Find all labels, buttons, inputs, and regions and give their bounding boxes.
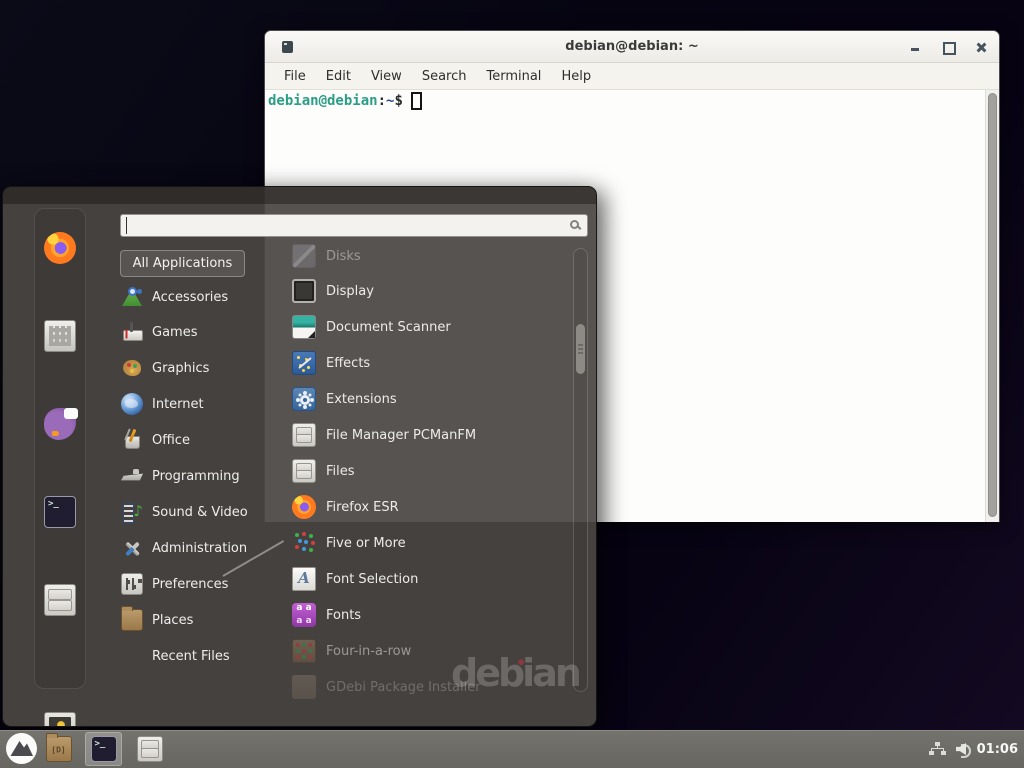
window-controls — [909, 31, 987, 63]
favorites-panel — [34, 208, 86, 689]
sound-video-icon — [121, 501, 143, 523]
search-box — [120, 214, 588, 237]
places-icon — [121, 609, 143, 631]
app-gdebi-package-installer[interactable]: GDebi Package Installer — [292, 674, 572, 700]
app-document-scanner[interactable]: Document Scanner — [292, 314, 572, 340]
menu-help[interactable]: Help — [551, 63, 601, 89]
terminal-menubar: File Edit View Search Terminal Help — [265, 63, 999, 90]
app-font-selection[interactable]: Font Selection — [292, 566, 572, 592]
category-graphics[interactable]: Graphics — [121, 355, 271, 381]
favorite-pidgin-icon[interactable] — [44, 408, 76, 440]
games-icon — [121, 321, 143, 343]
application-menu: debian All Applications Accessories Game… — [2, 186, 597, 727]
taskbar-files-button[interactable] — [131, 732, 168, 766]
category-recent-files[interactable]: Recent Files — [121, 643, 271, 669]
internet-icon — [121, 393, 143, 415]
category-internet[interactable]: Internet — [121, 391, 271, 417]
programming-icon — [121, 465, 143, 487]
category-office[interactable]: Office — [121, 427, 271, 453]
app-files[interactable]: Files — [292, 458, 572, 484]
category-preferences[interactable]: Preferences — [121, 571, 271, 597]
terminal-app-icon — [282, 41, 293, 53]
menu-button[interactable] — [6, 733, 37, 764]
terminal-icon — [91, 736, 117, 762]
terminal-scrollbar-thumb[interactable] — [988, 93, 997, 517]
document-scanner-icon — [292, 315, 316, 339]
prompt-colon: : — [378, 93, 386, 109]
prompt-user-host: debian@debian — [268, 93, 378, 109]
display-icon — [292, 279, 316, 303]
menu-scrollbar[interactable] — [573, 248, 588, 692]
minimize-icon[interactable] — [909, 41, 921, 53]
search-input[interactable] — [126, 217, 556, 234]
effects-icon — [292, 351, 316, 375]
fonts-icon — [292, 603, 316, 627]
prompt-dollar: $ — [394, 93, 402, 109]
folder-icon — [46, 736, 72, 762]
menu-scrollbar-thumb[interactable] — [576, 324, 585, 374]
graphics-icon — [121, 357, 143, 379]
category-accessories[interactable]: Accessories — [121, 284, 271, 310]
category-administration[interactable]: Administration — [121, 535, 271, 561]
favorite-firefox-icon[interactable] — [44, 232, 76, 264]
category-places[interactable]: Places — [121, 607, 271, 633]
app-fonts[interactable]: Fonts — [292, 602, 572, 628]
prompt-path: ~ — [386, 93, 394, 109]
taskbar: 01:06 — [0, 730, 1024, 768]
prompt-line: debian@debian:~$ — [268, 92, 422, 110]
terminal-titlebar[interactable]: debian@debian: ~ — [265, 31, 999, 63]
administration-icon — [121, 537, 143, 559]
app-disks[interactable]: Disks — [292, 243, 572, 269]
clock[interactable]: 01:06 — [977, 730, 1018, 768]
all-applications-button[interactable]: All Applications — [120, 250, 245, 277]
close-icon[interactable] — [975, 41, 987, 53]
category-games[interactable]: Games — [121, 319, 271, 345]
recent-files-spacer — [121, 645, 143, 667]
favorite-file-manager-icon[interactable] — [44, 584, 76, 616]
file-cabinet-icon — [292, 459, 316, 483]
volume-icon[interactable] — [956, 741, 972, 757]
all-applications-label: All Applications — [133, 256, 233, 271]
app-effects[interactable]: Effects — [292, 350, 572, 376]
menu-top-strip — [3, 187, 596, 204]
maximize-icon[interactable] — [942, 41, 954, 53]
accessories-icon — [121, 286, 143, 308]
desktop: { "terminal": { "title": "debian@debian:… — [0, 0, 1024, 768]
search-icon — [570, 220, 579, 229]
extensions-icon — [292, 387, 316, 411]
app-display[interactable]: Display — [292, 278, 572, 304]
disks-icon — [292, 244, 316, 268]
menu-search[interactable]: Search — [412, 63, 477, 89]
taskbar-terminal-button[interactable] — [85, 732, 122, 766]
app-extensions[interactable]: Extensions — [292, 386, 572, 412]
taskbar-file-manager-button[interactable] — [40, 732, 77, 766]
firefox-icon — [292, 495, 316, 519]
network-icon[interactable] — [929, 742, 946, 757]
menu-file[interactable]: File — [274, 63, 316, 89]
file-cabinet-icon — [137, 736, 163, 762]
favorite-terminal-icon[interactable] — [44, 496, 76, 528]
terminal-cursor — [411, 92, 422, 110]
app-five-or-more[interactable]: Five or More — [292, 530, 572, 556]
font-selection-icon — [292, 567, 316, 591]
favorite-keyboard-icon[interactable] — [44, 320, 76, 352]
terminal-title: debian@debian: ~ — [565, 39, 698, 54]
menu-edit[interactable]: Edit — [316, 63, 361, 89]
four-in-a-row-icon — [292, 639, 316, 663]
menu-view[interactable]: View — [361, 63, 412, 89]
file-cabinet-icon — [292, 423, 316, 447]
app-firefox-esr[interactable]: Firefox ESR — [292, 494, 572, 520]
app-file-manager-pcmanfm[interactable]: File Manager PCManFM — [292, 422, 572, 448]
menu-terminal[interactable]: Terminal — [476, 63, 551, 89]
five-or-more-icon — [292, 531, 316, 555]
app-four-in-a-row[interactable]: Four-in-a-row — [292, 638, 572, 664]
gdebi-icon — [292, 675, 316, 699]
lock-screen-icon[interactable] — [44, 712, 76, 727]
preferences-icon — [121, 573, 143, 595]
category-sound-video[interactable]: Sound & Video — [121, 499, 271, 525]
terminal-scrollbar[interactable] — [985, 90, 999, 522]
category-programming[interactable]: Programming — [121, 463, 271, 489]
office-icon — [121, 429, 143, 451]
